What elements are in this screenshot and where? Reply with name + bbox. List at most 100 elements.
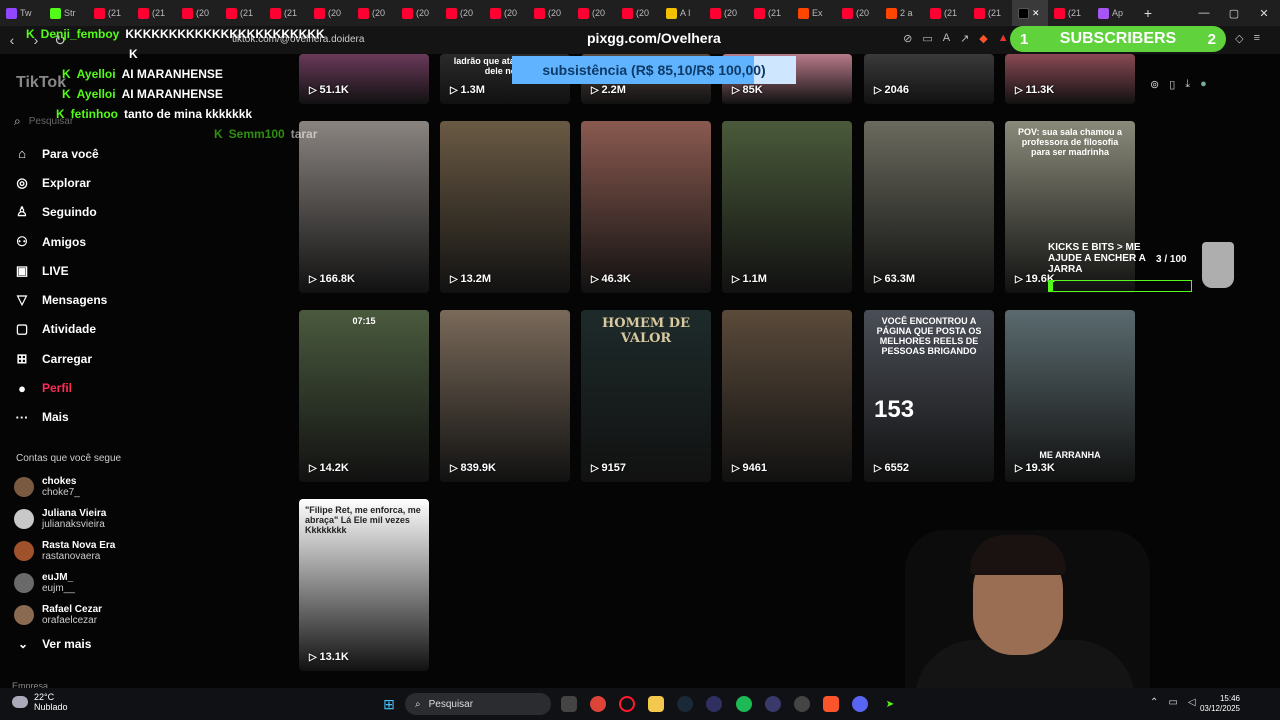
browser-tab[interactable]: (20 — [396, 0, 440, 26]
brave-rewards-icon[interactable]: ▲ — [998, 32, 1009, 45]
browser-tab[interactable]: Ex — [792, 0, 836, 26]
minimize-icon[interactable]: — — [1188, 0, 1220, 26]
share-icon[interactable]: ↗ — [960, 32, 969, 45]
following-account-text: chokes choke7_ — [42, 476, 80, 498]
browser-tab[interactable]: (21 — [968, 0, 1012, 26]
video-thumbnail[interactable]: 2046 — [864, 54, 994, 104]
video-thumbnail[interactable]: 11.3K — [1005, 54, 1135, 104]
obs-icon[interactable] — [794, 696, 810, 712]
browser-tab[interactable]: (20 — [572, 0, 616, 26]
brave-shield-icon[interactable]: ◆ — [979, 32, 987, 45]
browser-tab[interactable]: Tw — [0, 0, 44, 26]
nav-item-explorar[interactable]: ◎ Explorar — [14, 168, 107, 197]
download-icon[interactable]: ⤓ — [1185, 78, 1190, 91]
browser-tab[interactable]: (20 — [616, 0, 660, 26]
nav-item-perfil[interactable]: ● Perfil — [14, 373, 107, 402]
menu-icon[interactable]: ≡ — [1254, 32, 1260, 45]
browser-tab[interactable]: (21 — [924, 0, 968, 26]
browser-tab[interactable]: Ap — [1092, 0, 1136, 26]
chrome-icon[interactable] — [590, 696, 606, 712]
close-window-icon[interactable]: ✕ — [1248, 0, 1280, 26]
app-icon[interactable] — [706, 696, 722, 712]
video-thumbnail[interactable]: 9461 — [722, 310, 852, 482]
browser-tab[interactable]: Str — [44, 0, 88, 26]
browser-tab[interactable]: (20 — [440, 0, 484, 26]
video-thumbnail[interactable]: 166.8K — [299, 121, 429, 293]
back-icon[interactable]: ‹ — [0, 32, 24, 48]
steam-icon[interactable] — [677, 696, 693, 712]
video-thumbnail[interactable]: "Filipe Ret, me enforca, me abraça" Lá E… — [299, 499, 429, 671]
reader-mode-icon[interactable]: ⊘ — [903, 32, 912, 45]
video-thumbnail[interactable]: 46.3K — [581, 121, 711, 293]
view-count: 2.2M — [591, 84, 625, 96]
video-thumbnail[interactable]: 839.9K — [440, 310, 570, 482]
nav-item-amigos[interactable]: ⚇ Amigos — [14, 227, 107, 256]
video-thumbnail[interactable]: ME ARRANHA 19.3K — [1005, 310, 1135, 482]
browser-tab[interactable]: 2 a — [880, 0, 924, 26]
chat-text: tanto de mina kkkkkkk — [124, 107, 253, 121]
browser-tab[interactable]: (20 — [528, 0, 572, 26]
browser-tab[interactable]: (20 — [704, 0, 748, 26]
network-icon[interactable]: ▭ — [1168, 697, 1177, 708]
discord-icon[interactable] — [852, 696, 868, 712]
spotify-icon[interactable] — [736, 696, 752, 712]
video-thumbnail[interactable]: VOCÊ ENCONTROU A PÁGINA QUE POSTA OS MEL… — [864, 310, 994, 482]
kick-twitch-counter: 153 — [874, 396, 915, 423]
browser-tab[interactable]: (21 — [88, 0, 132, 26]
video-thumbnail[interactable]: 63.3M — [864, 121, 994, 293]
chat-text: KKKKKKKKKKKKKKKKKKKKKKK — [125, 27, 325, 41]
tiktok-favicon-icon — [1018, 7, 1029, 19]
browser-tab[interactable]: (20 — [836, 0, 880, 26]
browser-tab[interactable]: (20 — [352, 0, 396, 26]
video-thumbnail[interactable]: 07:15 14.2K — [299, 310, 429, 482]
video-thumbnail[interactable]: HOMEM DE VALOR 9157 — [581, 310, 711, 482]
nav-item-live[interactable]: ▣ LIVE — [14, 256, 107, 285]
tab-active-tiktok[interactable]: ✕ — [1012, 0, 1048, 26]
browser-tab[interactable]: (21 — [264, 0, 308, 26]
task-view-icon[interactable] — [561, 696, 577, 712]
app-arrow-icon[interactable] — [765, 696, 781, 712]
phone-icon[interactable]: ▯ — [1169, 78, 1175, 91]
new-tab-button[interactable]: + — [1136, 5, 1160, 21]
weather-widget[interactable]: 22°C Nublado — [12, 692, 68, 712]
tray-chevron-icon[interactable]: ⌃ — [1150, 697, 1158, 708]
following-account[interactable]: Juliana Vieira julianaksvieira — [14, 503, 115, 535]
timer-icon[interactable]: ⊚ — [1150, 78, 1159, 91]
browser-tab[interactable]: (21 — [132, 0, 176, 26]
kick-app-icon[interactable]: ➤ — [882, 696, 898, 712]
following-account[interactable]: Rasta Nova Era rastanovaera — [14, 535, 115, 567]
brave-icon[interactable] — [823, 696, 839, 712]
maximize-icon[interactable]: ▢ — [1218, 0, 1250, 26]
tab-close-icon[interactable]: ✕ — [1032, 8, 1040, 19]
video-thumbnail[interactable]: 1.1M — [722, 121, 852, 293]
volume-icon[interactable]: ◁ — [1188, 697, 1196, 708]
avatar[interactable]: ● — [1200, 78, 1207, 91]
jar-count: 3 / 100 — [1156, 254, 1187, 265]
see-more-button[interactable]: ⌄ Ver mais — [18, 637, 91, 651]
nav-item-carregar[interactable]: ⊞ Carregar — [14, 344, 107, 373]
windows-start-icon[interactable]: ⊞ — [381, 696, 397, 712]
translate-icon[interactable]: A — [943, 32, 950, 45]
taskbar-clock[interactable]: 15:46 03/12/2025 — [1200, 694, 1240, 714]
nav-item-mais[interactable]: ··· Mais — [14, 403, 107, 432]
browser-tab[interactable]: (21 — [220, 0, 264, 26]
following-account[interactable]: euJM_ eujm__ — [14, 567, 115, 599]
browser-tab[interactable]: A I — [660, 0, 704, 26]
nav-item-mensagens[interactable]: ▽ Mensagens — [14, 285, 107, 314]
browser-tab[interactable]: (20 — [308, 0, 352, 26]
taskbar-search[interactable]: ⌕ Pesquisar — [405, 693, 551, 715]
file-explorer-icon[interactable] — [648, 696, 664, 712]
windows-taskbar — [0, 688, 1280, 720]
browser-tab[interactable]: (20 — [176, 0, 220, 26]
vpn-icon[interactable]: ◇ — [1235, 32, 1243, 45]
following-account[interactable]: chokes choke7_ — [14, 471, 115, 503]
browser-tab[interactable]: (21 — [1048, 0, 1092, 26]
video-thumbnail[interactable]: 13.2M — [440, 121, 570, 293]
nav-item-seguindo[interactable]: ♙ Seguindo — [14, 198, 107, 227]
browser-tab[interactable]: (20 — [484, 0, 528, 26]
opera-icon[interactable] — [619, 696, 635, 712]
following-account[interactable]: Rafael Cezar orafaelcezar — [14, 599, 115, 631]
cast-icon[interactable]: ▭ — [922, 32, 932, 45]
nav-item-atividade[interactable]: ▢ Atividade — [14, 315, 107, 344]
browser-tab[interactable]: (21 — [748, 0, 792, 26]
